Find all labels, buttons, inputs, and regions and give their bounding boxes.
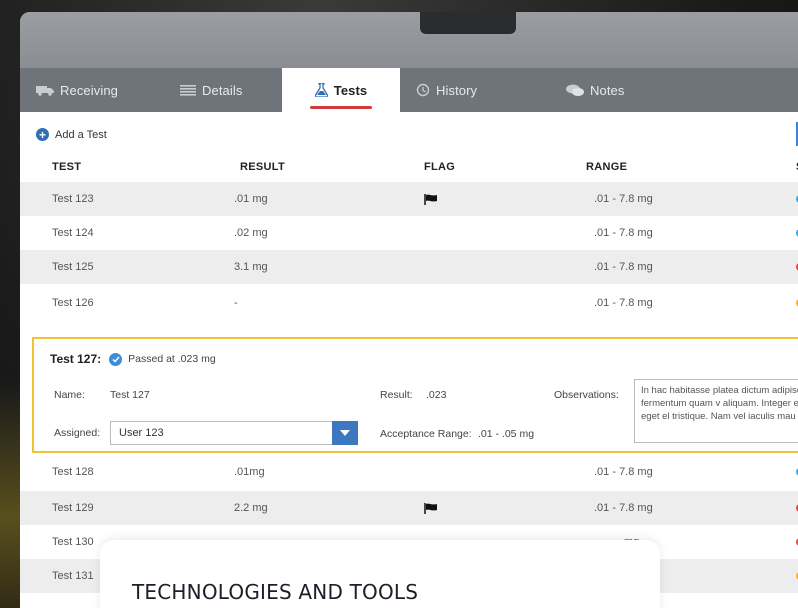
cell-test: Test 128 bbox=[52, 466, 94, 478]
history-icon bbox=[416, 83, 430, 97]
cell-result: .02 mg bbox=[234, 227, 268, 239]
cell-test: Test 131 bbox=[52, 570, 94, 582]
app-screen: Receiving Details Tests History Notes + … bbox=[20, 12, 798, 608]
observations-label: Observations: bbox=[554, 389, 619, 401]
flag-icon bbox=[424, 491, 438, 525]
acceptance-label: Acceptance Range: bbox=[380, 428, 472, 440]
name-label: Name: bbox=[54, 389, 85, 401]
tab-history[interactable]: History bbox=[416, 68, 477, 112]
column-header-test[interactable]: TEST bbox=[52, 161, 81, 173]
cell-range: .01 - 7.8 mg bbox=[594, 502, 653, 514]
tab-notes[interactable]: Notes bbox=[566, 68, 624, 112]
cell-result: .01mg bbox=[234, 466, 265, 478]
table-row[interactable]: Test 129 2.2 mg .01 - 7.8 mg bbox=[20, 491, 798, 525]
chat-bubbles-icon bbox=[566, 84, 584, 97]
tab-receiving[interactable]: Receiving bbox=[36, 68, 118, 112]
tab-details-label: Details bbox=[202, 82, 243, 98]
camera-notch bbox=[420, 12, 516, 34]
assigned-select[interactable]: User 123 bbox=[110, 421, 358, 445]
name-value: Test 127 bbox=[110, 389, 150, 401]
technologies-title: TECHNOLOGIES AND TOOLS bbox=[132, 580, 419, 604]
truck-icon bbox=[36, 84, 54, 96]
tab-bar: Receiving Details Tests History Notes bbox=[20, 68, 798, 112]
observations-textarea[interactable]: In hac habitasse platea dictum adipiscin… bbox=[634, 379, 798, 443]
title-bar bbox=[20, 12, 798, 68]
table-row[interactable]: Test 126 - .01 - 7.8 mg bbox=[20, 286, 798, 320]
flag-icon bbox=[424, 182, 438, 216]
expanded-test-row: Test 127: Passed at .023 mg Name: Test 1… bbox=[32, 337, 798, 453]
result-label: Result: bbox=[380, 389, 413, 401]
technologies-card: TECHNOLOGIES AND TOOLS bbox=[100, 540, 660, 608]
cell-result: - bbox=[234, 297, 238, 309]
cell-test: Test 129 bbox=[52, 502, 94, 514]
tab-tests-label: Tests bbox=[333, 82, 368, 98]
flask-icon bbox=[314, 83, 328, 97]
assigned-label: Assigned: bbox=[54, 427, 101, 439]
check-circle-icon bbox=[109, 352, 123, 366]
cell-test: Test 130 bbox=[52, 536, 94, 548]
result-value: .023 bbox=[426, 389, 447, 401]
add-circle-icon: + bbox=[36, 128, 49, 141]
active-tab-indicator bbox=[310, 106, 372, 109]
column-header-flag[interactable]: FLAG bbox=[424, 161, 455, 173]
cell-result: .01 mg bbox=[234, 193, 268, 205]
cell-result: 3.1 mg bbox=[234, 261, 268, 273]
column-header-result[interactable]: RESULT bbox=[240, 161, 285, 173]
expanded-test-name: Test 127: bbox=[50, 352, 102, 366]
assigned-value: User 123 bbox=[119, 427, 164, 439]
table-row[interactable]: Test 125 3.1 mg .01 - 7.8 mg bbox=[20, 250, 798, 284]
add-test-button[interactable]: + Add a Test bbox=[36, 128, 107, 141]
cell-test: Test 123 bbox=[52, 193, 94, 205]
expanded-title: Test 127: Passed at .023 mg bbox=[50, 352, 216, 366]
cell-test: Test 125 bbox=[52, 261, 94, 273]
table-row[interactable]: Test 124 .02 mg .01 - 7.8 mg bbox=[20, 216, 798, 250]
tab-notes-label: Notes bbox=[590, 82, 625, 98]
expanded-status-text: Passed at .023 mg bbox=[128, 353, 216, 365]
tab-history-label: History bbox=[436, 82, 478, 98]
cell-range: .01 - 7.8 mg bbox=[594, 193, 653, 205]
table-row[interactable]: Test 128 .01mg .01 - 7.8 mg bbox=[20, 455, 798, 489]
column-header-range[interactable]: RANGE bbox=[586, 161, 627, 173]
tab-details[interactable]: Details bbox=[180, 68, 242, 112]
cell-test: Test 124 bbox=[52, 227, 94, 239]
cell-range: .01 - 7.8 mg bbox=[594, 297, 653, 309]
table-row[interactable]: Test 123 .01 mg .01 - 7.8 mg bbox=[20, 182, 798, 216]
add-test-label: Add a Test bbox=[55, 128, 107, 141]
cell-result: 2.2 mg bbox=[234, 502, 268, 514]
cell-range: .01 - 7.8 mg bbox=[594, 227, 653, 239]
list-icon bbox=[180, 84, 196, 96]
tab-receiving-label: Receiving bbox=[60, 82, 118, 98]
cell-range: .01 - 7.8 mg bbox=[594, 466, 653, 478]
cell-test: Test 126 bbox=[52, 297, 94, 309]
chevron-down-icon[interactable] bbox=[332, 421, 358, 445]
acceptance-value: .01 - .05 mg bbox=[478, 428, 535, 440]
cell-range: .01 - 7.8 mg bbox=[594, 261, 653, 273]
